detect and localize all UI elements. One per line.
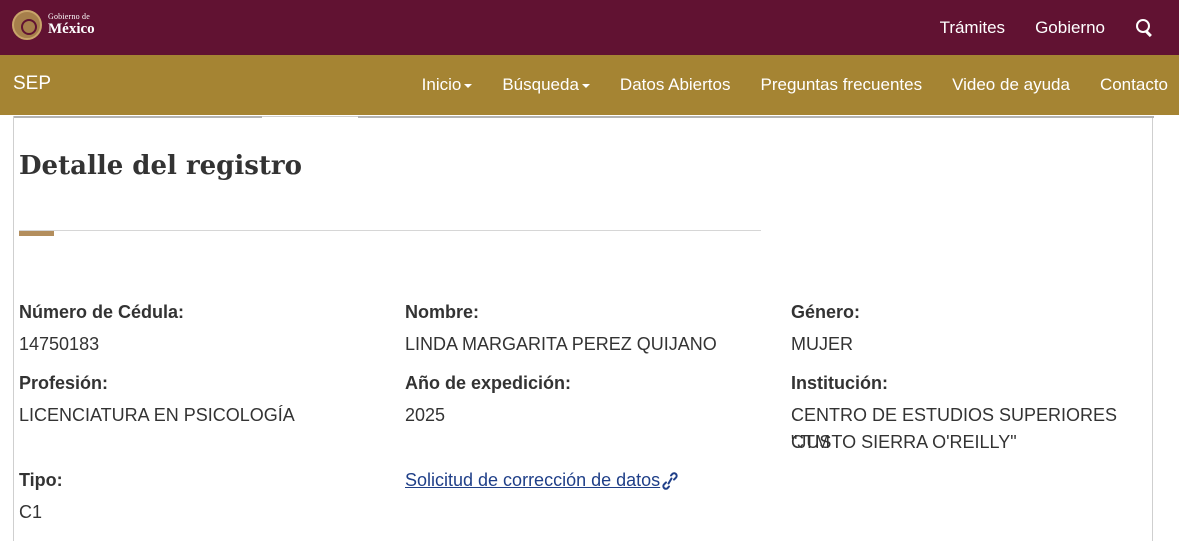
coat-of-arms-icon: [12, 10, 42, 40]
cedula-value: 14750183: [19, 334, 100, 354]
profesion-label: Profesión:: [19, 373, 109, 393]
record-detail-panel: Detalle del registro Número de Cédula: 1…: [13, 116, 1154, 541]
anio-label: Año de expedición:: [405, 373, 572, 393]
search-icon[interactable]: [1135, 18, 1153, 36]
title-accent-bar: [19, 231, 54, 236]
page-title: Detalle del registro: [19, 151, 302, 181]
gobierno-link[interactable]: Gobierno: [1035, 18, 1105, 38]
nav-item-contacto[interactable]: Contacto: [1100, 75, 1168, 95]
gov-links: Trámites Gobierno: [940, 0, 1179, 55]
sep-navbar: SEP Inicio Búsqueda Datos Abiertos Pregu…: [0, 55, 1179, 115]
nombre-value: LINDA MARGARITA PEREZ QUIJANO: [405, 334, 717, 354]
nav-item-label: Preguntas frecuentes: [760, 75, 923, 94]
nav-item-video-de-ayuda[interactable]: Video de ayuda: [952, 75, 1070, 95]
nombre-label: Nombre:: [405, 302, 480, 322]
nav-item-label: Inicio: [421, 75, 462, 94]
gob-mx-logo[interactable]: Gobierno de México: [12, 9, 95, 41]
institucion-label: Institución:: [791, 373, 888, 393]
main-nav: Inicio Búsqueda Datos Abiertos Preguntas…: [392, 55, 1168, 115]
nav-item-busqueda[interactable]: Búsqueda: [502, 75, 590, 95]
tab-divider: [14, 116, 262, 118]
correction-request-link[interactable]: Solicitud de corrección de datos: [405, 470, 678, 491]
caret-down-icon: [581, 84, 590, 88]
anio-value: 2025: [405, 405, 446, 425]
tab-divider: [358, 116, 1154, 118]
correction-link-label: Solicitud de corrección de datos: [405, 470, 661, 490]
nav-item-datos-abiertos[interactable]: Datos Abiertos: [620, 75, 731, 95]
sep-brand[interactable]: SEP: [13, 73, 51, 95]
genero-label: Género:: [791, 302, 861, 322]
title-divider: [19, 230, 761, 231]
nav-item-label: Video de ayuda: [952, 75, 1070, 94]
nav-item-label: Búsqueda: [502, 75, 579, 94]
tipo-label: Tipo:: [19, 470, 63, 490]
gob-mx-logo-text: Gobierno de México: [48, 13, 95, 37]
logo-big-text: México: [48, 21, 95, 37]
profesion-value: LICENCIATURA EN PSICOLOGÍA: [19, 405, 295, 425]
nav-item-label: Datos Abiertos: [619, 75, 731, 94]
institucion-value-line2: "JUSTO SIERRA O'REILLY": [791, 432, 1017, 452]
caret-down-icon: [464, 84, 473, 88]
nav-item-label: Contacto: [1099, 75, 1168, 94]
cedula-label: Número de Cédula:: [19, 302, 185, 322]
tipo-value: C1: [19, 502, 43, 522]
logo-small-text: Gobierno de: [48, 12, 90, 21]
gov-header: Gobierno de México Trámites Gobierno: [0, 0, 1179, 55]
link-icon: [662, 471, 678, 490]
nav-item-inicio[interactable]: Inicio: [422, 75, 473, 95]
genero-value: MUJER: [791, 334, 853, 354]
tramites-link[interactable]: Trámites: [940, 18, 1006, 38]
nav-item-preguntas-frecuentes[interactable]: Preguntas frecuentes: [760, 75, 922, 95]
